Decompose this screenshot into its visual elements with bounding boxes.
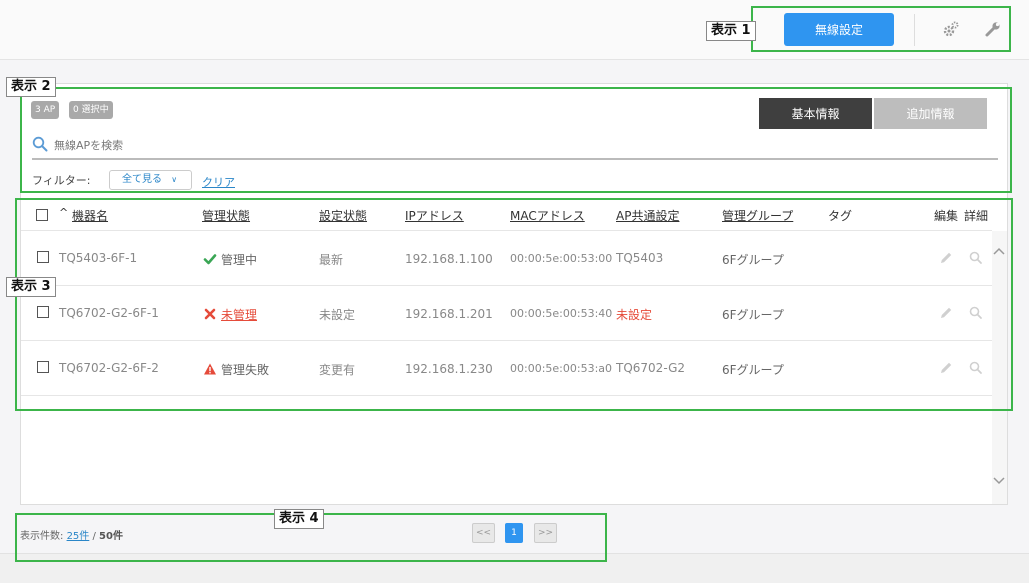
scroll-down-icon[interactable] bbox=[991, 474, 1007, 490]
callout-label-1: 表示 1 bbox=[706, 21, 756, 41]
callout-label-4: 表示 4 bbox=[274, 509, 324, 529]
highlight-box-2 bbox=[20, 87, 1012, 193]
highlight-box-3 bbox=[15, 198, 1013, 411]
callout-label-3: 表示 3 bbox=[6, 277, 56, 297]
callout-label-2: 表示 2 bbox=[6, 77, 56, 97]
highlight-box-1 bbox=[751, 6, 1011, 52]
